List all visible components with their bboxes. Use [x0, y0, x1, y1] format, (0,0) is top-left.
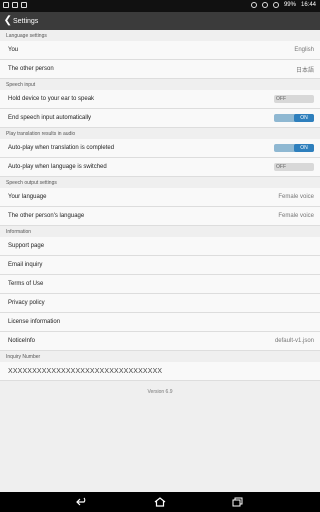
do-not-disturb-icon	[272, 2, 279, 8]
row-label: The other person	[8, 66, 54, 72]
row-support-page[interactable]: Support page	[0, 237, 320, 256]
clock: 16:44	[300, 2, 316, 8]
row-value: Female voice	[278, 213, 314, 219]
row-label: License information	[8, 319, 61, 325]
row-terms-of-use[interactable]: Terms of Use	[0, 275, 320, 294]
toggle-state: OFF	[276, 164, 286, 170]
row-autoplay-complete[interactable]: Auto-play when translation is completed …	[0, 139, 320, 158]
row-value: English	[294, 47, 314, 53]
settings-list: Language settings You English The other …	[0, 30, 320, 492]
toggle-state: OFF	[276, 96, 286, 102]
row-value: default-v1.json	[274, 338, 314, 344]
section-header-speech-input: Speech input	[6, 82, 36, 88]
row-label: Auto-play when language is switched	[8, 164, 107, 170]
row-hold-device[interactable]: Hold device to your ear to speak OFF	[0, 90, 320, 109]
wifi-icon	[261, 2, 268, 8]
row-label: The other person's language	[8, 213, 85, 219]
status-bar: 99% 16:44	[0, 0, 320, 12]
row-email-inquiry[interactable]: Email inquiry	[0, 256, 320, 275]
row-label: Auto-play when translation is completed	[8, 145, 115, 151]
hold-device-toggle[interactable]: OFF	[274, 95, 314, 103]
nav-recents-icon[interactable]	[229, 495, 247, 509]
row-label: Support page	[8, 243, 45, 249]
row-autoplay-switch[interactable]: Auto-play when language is switched OFF	[0, 158, 320, 177]
row-privacy-policy[interactable]: Privacy policy	[0, 294, 320, 313]
section-header-inquiry: Inquiry Number	[6, 354, 41, 360]
navigation-bar	[0, 492, 320, 512]
version-text: Version 6.9	[147, 389, 173, 395]
notification-icons	[3, 2, 27, 8]
row-label: NoticeInfo	[8, 338, 36, 344]
row-label: End speech input automatically	[8, 115, 92, 121]
row-end-speech[interactable]: End speech input automatically ON	[0, 109, 320, 128]
row-other-language[interactable]: The other person's language Female voice	[0, 207, 320, 226]
notification-icon	[3, 2, 9, 8]
row-value: Female voice	[278, 194, 314, 200]
row-your-language[interactable]: Your language Female voice	[0, 188, 320, 207]
notification-icon	[12, 2, 18, 8]
row-notice-info[interactable]: NoticeInfo default-v1.json	[0, 332, 320, 351]
notification-icon	[21, 2, 27, 8]
toggle-state: ON	[294, 114, 314, 122]
back-icon[interactable]: ❮	[0, 12, 12, 30]
row-label: You	[8, 47, 19, 53]
row-label: Your language	[8, 194, 47, 200]
row-label: Privacy policy	[8, 300, 45, 306]
toggle-state: ON	[294, 144, 314, 152]
section-header-play-audio: Play translation results in audio	[6, 131, 76, 137]
nav-back-icon[interactable]	[73, 495, 91, 509]
system-status: 99% 16:44	[250, 2, 316, 8]
section-header-speech-output: Speech output settings	[6, 180, 57, 186]
end-speech-toggle[interactable]: ON	[274, 114, 314, 122]
section-header-language: Language settings	[6, 33, 47, 39]
row-other-person[interactable]: The other person 日本語	[0, 60, 320, 79]
row-license-information[interactable]: License information	[0, 313, 320, 332]
inquiry-number: XXXXXXXXXXXXXXXXXXXXXXXXXXXXXXXX	[0, 362, 320, 381]
row-you[interactable]: You English	[0, 41, 320, 60]
row-value: 日本語	[295, 67, 314, 74]
row-label: Terms of Use	[8, 281, 44, 287]
battery-percent: 99%	[283, 2, 296, 8]
page-title: Settings	[13, 17, 39, 25]
app-bar: ❮ Settings	[0, 12, 320, 30]
autoplay-complete-toggle[interactable]: ON	[274, 144, 314, 152]
location-icon	[250, 2, 257, 8]
nav-home-icon[interactable]	[151, 495, 169, 509]
row-label: Hold device to your ear to speak	[8, 96, 95, 102]
autoplay-switch-toggle[interactable]: OFF	[274, 163, 314, 171]
row-label: Email inquiry	[8, 262, 43, 268]
section-header-information: Information	[6, 229, 32, 235]
